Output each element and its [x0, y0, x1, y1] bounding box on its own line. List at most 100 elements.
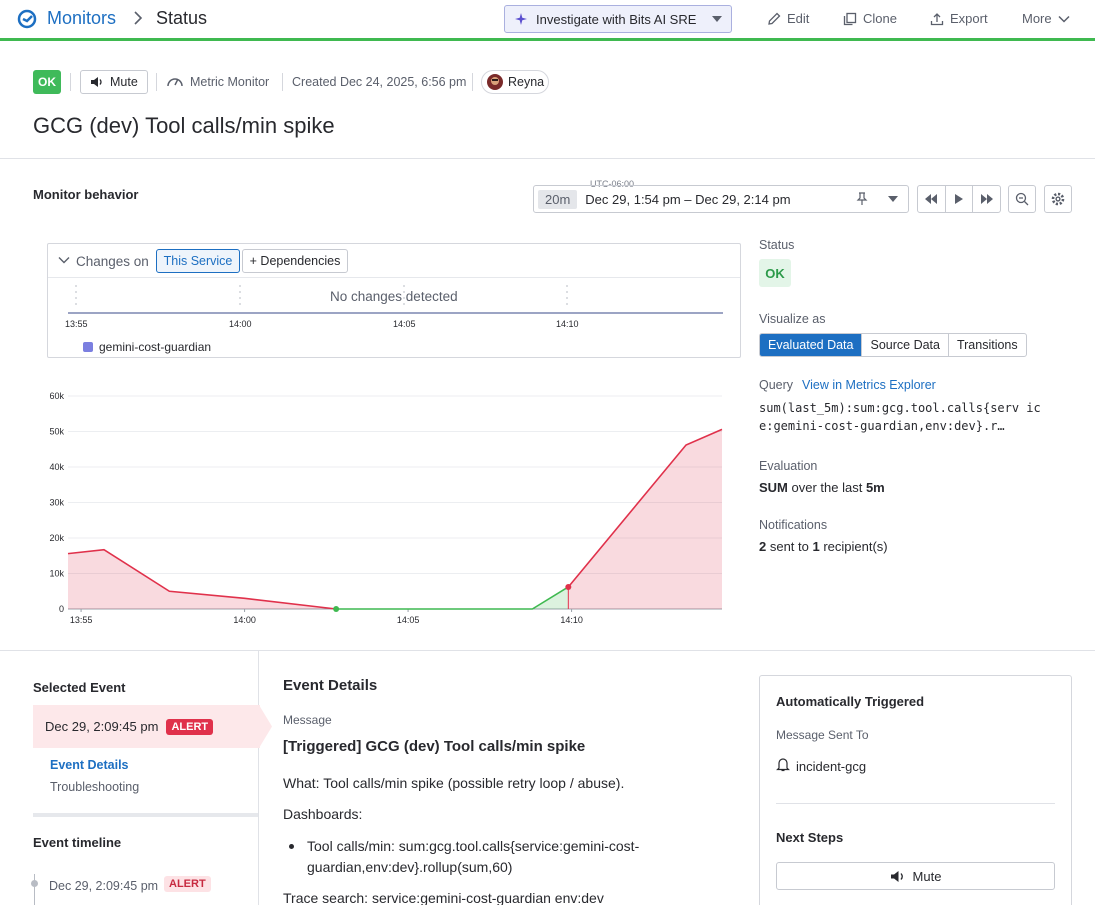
next-steps-title: Next Steps — [776, 830, 844, 845]
changes-tick: 14:10 — [556, 319, 579, 329]
edit-button[interactable]: Edit — [767, 11, 809, 26]
divider — [0, 158, 1095, 159]
breadcrumb-monitors-link[interactable]: Monitors — [47, 8, 116, 29]
page-title: GCG (dev) Tool calls/min spike — [33, 113, 335, 138]
bell-icon — [776, 757, 790, 772]
notification-target[interactable]: incident-gcg — [796, 759, 866, 774]
this-service-toggle[interactable]: This Service — [156, 249, 240, 273]
selected-event-time: Dec 29, 2:09:45 pm — [45, 719, 159, 734]
export-button[interactable]: Export — [930, 11, 988, 26]
viz-option-evaluated[interactable]: Evaluated Data — [760, 334, 863, 356]
status-value-badge: OK — [759, 259, 791, 287]
chevron-down-icon[interactable] — [58, 256, 70, 264]
auto-triggered-title: Automatically Triggered — [776, 694, 925, 709]
timeline-line — [34, 874, 35, 905]
query-label: Query — [759, 378, 794, 392]
dependencies-toggle[interactable]: + Dependencies — [242, 249, 348, 273]
divider — [0, 650, 1095, 651]
bullet — [289, 844, 294, 849]
tab-troubleshooting[interactable]: Troubleshooting — [50, 780, 139, 794]
message-dashboards: Dashboards: — [283, 806, 363, 822]
time-range-text: Dec 29, 1:54 pm – Dec 29, 2:14 pm — [585, 191, 791, 207]
time-navigation — [917, 185, 1001, 213]
more-menu-button[interactable]: More — [1022, 11, 1070, 26]
trace-search: Trace search: service:gemini-cost-guardi… — [283, 890, 604, 905]
series-area-alert — [68, 549, 337, 609]
query-text: sum(last_5m):sum:gcg.tool.calls{serv ice… — [759, 401, 1041, 433]
rewind-icon[interactable] — [918, 186, 946, 212]
viz-option-transitions[interactable]: Transitions — [949, 334, 1026, 356]
notifications-value: 2 sent to 1 recipient(s) — [759, 539, 888, 554]
evaluation-label: Evaluation — [759, 459, 818, 473]
creator-pill[interactable]: Reyna — [481, 70, 549, 94]
gear-icon[interactable] — [1044, 185, 1072, 213]
monitor-type: Metric Monitor — [190, 75, 270, 89]
investigate-bits-label: Investigate with Bits AI SRE — [536, 11, 697, 27]
time-range-picker[interactable]: 20m Dec 29, 1:54 pm – Dec 29, 2:14 pm — [533, 185, 909, 213]
fast-forward-icon[interactable] — [973, 186, 1000, 212]
x-tick-label: 14:05 — [397, 615, 420, 625]
series-line-ok — [336, 586, 569, 610]
mute-monitor-button[interactable]: Mute — [776, 862, 1055, 890]
y-tick-label: 10k — [49, 569, 64, 579]
y-tick-label: 30k — [49, 498, 64, 508]
gauge-icon — [166, 74, 184, 88]
metrics-explorer-link[interactable]: View in Metrics Explorer — [802, 378, 936, 392]
evaluation-value: SUM over the last 5m — [759, 480, 885, 495]
investigate-bits-button[interactable]: Investigate with Bits AI SRE — [504, 5, 732, 33]
viz-option-source[interactable]: Source Data — [862, 334, 949, 356]
dashboard-query-line2: guardian,env:dev}.rollup(sum,60) — [307, 859, 513, 875]
monitor-chart[interactable]: 0 10k 20k 30k 40k 50k 60k 13:55 14:00 14:05 14:10 — [30, 385, 730, 630]
clone-label: Clone — [863, 11, 897, 26]
pencil-icon — [767, 12, 781, 26]
y-tick-label: 40k — [49, 462, 64, 472]
divider — [472, 73, 473, 91]
creator-name: Reyna — [508, 75, 545, 89]
clone-button[interactable]: Clone — [843, 11, 897, 26]
legend-label[interactable]: gemini-cost-guardian — [99, 340, 211, 354]
play-icon[interactable] — [946, 186, 974, 212]
series-area-alert — [568, 429, 722, 609]
transition-marker — [333, 606, 340, 612]
datadog-logo-icon[interactable] — [16, 8, 38, 30]
speaker-icon — [890, 870, 906, 883]
changes-timeline — [68, 285, 723, 314]
event-timeline-title: Event timeline — [33, 835, 122, 850]
alert-badge: ALERT — [166, 718, 214, 735]
selected-pointer — [259, 705, 272, 748]
upload-icon — [930, 12, 944, 26]
y-tick-label: 50k — [49, 427, 64, 437]
pin-icon[interactable] — [856, 192, 868, 206]
mute-label: Mute — [110, 75, 138, 89]
timeline-event-time[interactable]: Dec 29, 2:09:45 pm — [49, 879, 158, 893]
changes-header: Changes on This Service + Dependencies — [48, 244, 740, 278]
edit-label: Edit — [787, 11, 810, 26]
timeline-alert-badge: ALERT — [164, 876, 211, 892]
chevron-down-icon — [1058, 15, 1070, 23]
more-label: More — [1022, 11, 1052, 26]
changes-title: Changes on — [76, 254, 149, 269]
zoom-out-icon[interactable] — [1008, 185, 1036, 213]
caret-down-icon[interactable] — [888, 196, 898, 202]
tab-event-details[interactable]: Event Details — [50, 758, 129, 772]
chevron-right-icon — [133, 10, 143, 26]
timeline-dot — [31, 880, 38, 887]
x-tick-label: 13:55 — [70, 615, 93, 625]
status-badge: OK — [33, 70, 61, 94]
divider — [33, 813, 258, 817]
x-tick-label: 14:10 — [560, 615, 583, 625]
breadcrumb-current: Status — [156, 8, 208, 28]
series-area-ok — [336, 586, 569, 609]
mute-button[interactable]: Mute — [80, 70, 148, 94]
visualize-label: Visualize as — [759, 312, 826, 326]
y-tick-label: 60k — [49, 391, 64, 401]
changes-tick: 14:05 — [393, 319, 416, 329]
transition-marker — [565, 583, 572, 590]
export-label: Export — [950, 11, 988, 26]
y-tick-label: 20k — [49, 533, 64, 543]
selected-event-card[interactable]: Dec 29, 2:09:45 pm ALERT — [33, 705, 260, 748]
caret-down-icon — [712, 16, 722, 22]
speaker-icon — [90, 76, 104, 88]
divider — [258, 651, 259, 905]
message-label: Message — [283, 713, 332, 727]
